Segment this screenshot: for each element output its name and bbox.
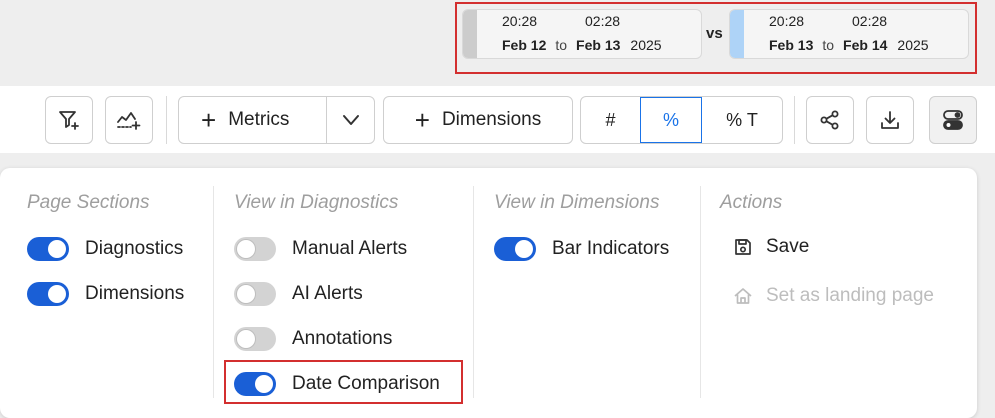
section-heading-page-sections: Page Sections [27, 192, 150, 213]
dimensions-toggle[interactable] [27, 282, 69, 306]
metrics-button-group: + Metrics [178, 96, 375, 144]
toggle-label: Manual Alerts [292, 238, 408, 259]
save-label: Save [766, 236, 810, 257]
toolbar-divider [166, 96, 167, 144]
annotations-toggle[interactable] [234, 327, 276, 351]
bar-indicators-toggle[interactable] [494, 237, 536, 261]
plus-icon: + [201, 105, 217, 135]
chevron-down-icon [342, 115, 359, 125]
ai-alerts-toggle[interactable] [234, 282, 276, 306]
mode-count-button[interactable]: # [581, 97, 640, 143]
set-landing-page-label: Set as landing page [766, 285, 934, 306]
date-range-highlight-box [455, 2, 977, 74]
toggle-row-dimensions[interactable]: Dimensions [27, 280, 184, 308]
toggle-label: Dimensions [85, 283, 185, 304]
plus-icon: + [414, 105, 430, 135]
toggle-label: Diagnostics [85, 238, 184, 259]
filter-add-icon [59, 111, 79, 130]
manual-alerts-toggle[interactable] [234, 237, 276, 261]
metrics-dropdown-button[interactable] [327, 97, 374, 143]
download-button[interactable] [866, 96, 914, 144]
section-heading-view-in-dimensions: View in Dimensions [494, 192, 660, 213]
toolbar-divider [794, 96, 795, 144]
page-settings-button[interactable] [929, 96, 977, 144]
section-heading-actions: Actions [720, 192, 783, 213]
mode-percent-total-button[interactable]: % T [702, 97, 782, 143]
display-mode-toggle: # % % T [580, 96, 783, 144]
column-divider [700, 186, 701, 398]
date-comparison-highlight-box [224, 360, 463, 404]
add-dimensions-button[interactable]: + Dimensions [383, 96, 573, 144]
toggle-label: AI Alerts [292, 283, 363, 304]
dimensions-label: Dimensions [441, 109, 542, 130]
anomaly-add-icon [117, 112, 141, 130]
toggle-row-bar-indicators[interactable]: Bar Indicators [494, 235, 669, 263]
save-button[interactable]: Save [732, 236, 809, 258]
add-metrics-button[interactable]: + Metrics [179, 97, 327, 143]
toggle-row-ai-alerts[interactable]: AI Alerts [234, 280, 363, 308]
column-divider [473, 186, 474, 398]
toggle-row-manual-alerts[interactable]: Manual Alerts [234, 235, 407, 263]
diagnostics-toggle[interactable] [27, 237, 69, 261]
toggle-label: Bar Indicators [552, 238, 670, 259]
toggle-row-annotations[interactable]: Annotations [234, 325, 392, 353]
column-divider [213, 186, 214, 398]
toggle-row-diagnostics[interactable]: Diagnostics [27, 235, 183, 263]
toggle-label: Annotations [292, 328, 393, 349]
add-filter-button[interactable] [45, 96, 93, 144]
set-landing-page-button[interactable]: Set as landing page [732, 285, 934, 307]
section-heading-view-in-diagnostics: View in Diagnostics [234, 192, 399, 213]
mode-percent-button[interactable]: % [640, 97, 702, 143]
home-icon [732, 285, 754, 307]
download-icon [881, 111, 899, 129]
save-icon [732, 236, 754, 258]
add-anomaly-button[interactable] [105, 96, 153, 144]
share-icon [820, 110, 839, 130]
share-button[interactable] [806, 96, 854, 144]
metrics-label: Metrics [228, 109, 290, 130]
settings-toggle-icon [943, 110, 963, 130]
